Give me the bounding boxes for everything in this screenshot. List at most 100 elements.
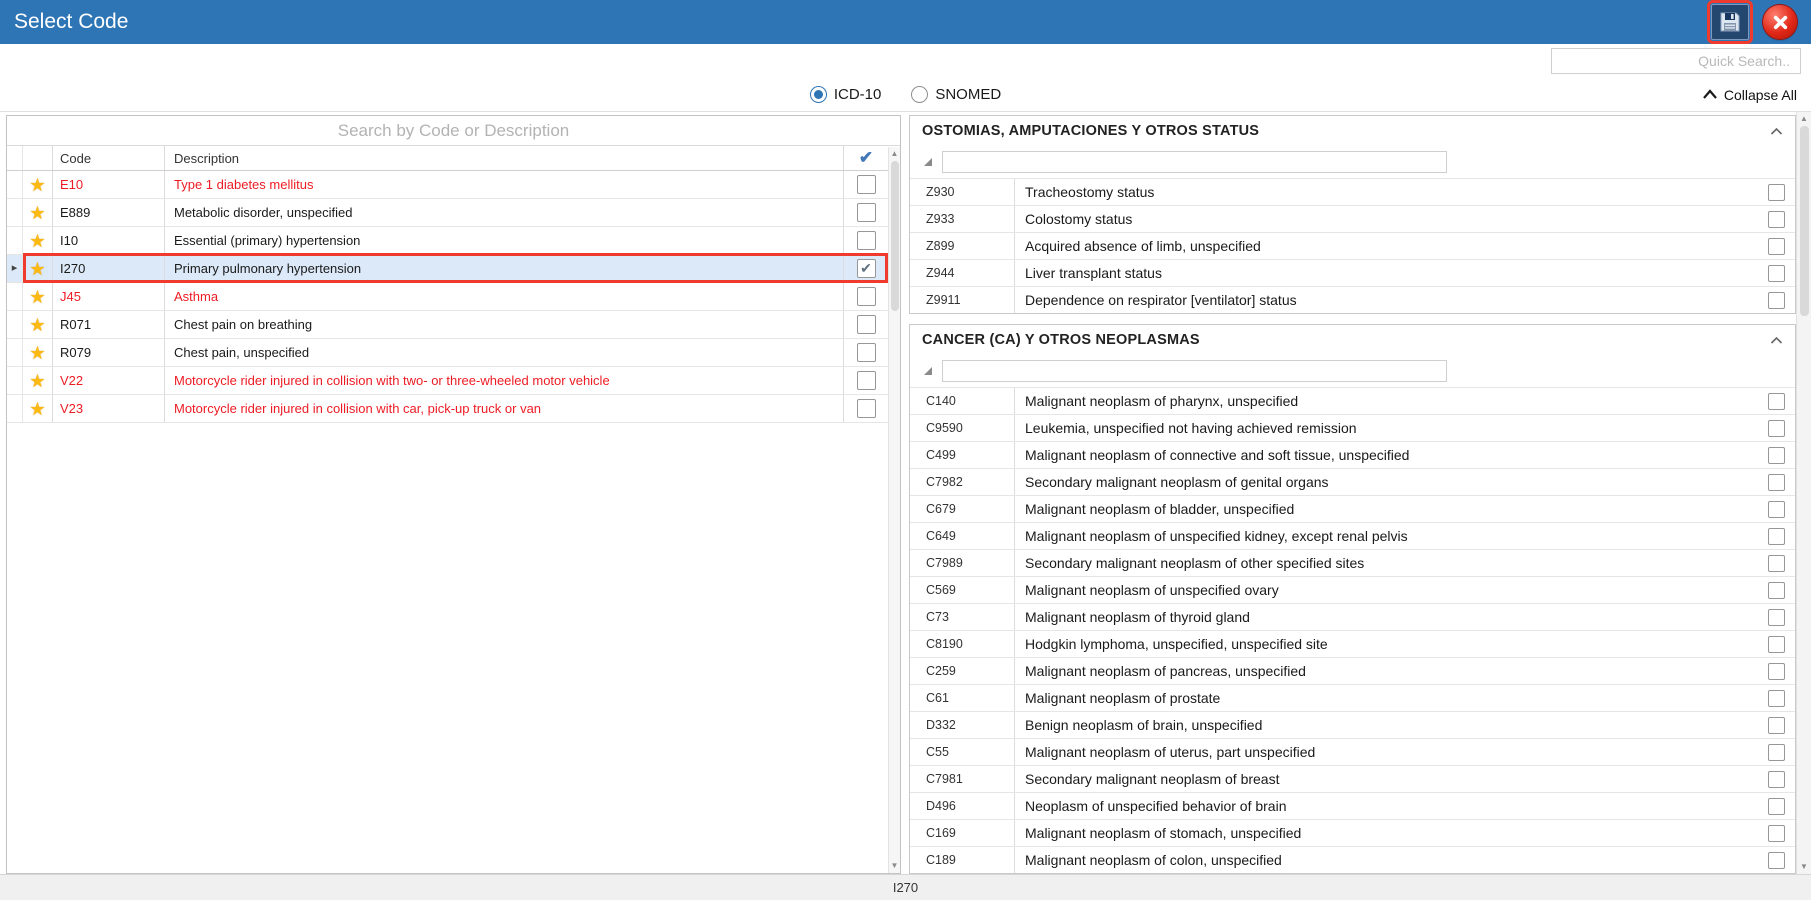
row-description: Malignant neoplasm of thyroid gland	[1025, 609, 1250, 625]
row-checkbox[interactable]	[1767, 183, 1785, 201]
row-checkbox[interactable]	[1767, 662, 1785, 680]
group-code-row[interactable]: C259 Malignant neoplasm of pancreas, uns…	[910, 657, 1795, 684]
row-checkbox[interactable]	[856, 231, 876, 250]
row-checkbox[interactable]	[1767, 797, 1785, 815]
row-checkbox[interactable]	[1767, 770, 1785, 788]
scrollbar-thumb[interactable]	[1799, 126, 1809, 316]
code-row[interactable]: ★ V23 Motorcycle rider injured in collis…	[7, 395, 888, 423]
row-checkbox[interactable]	[1767, 210, 1785, 228]
row-checkbox[interactable]	[1767, 527, 1785, 545]
favorite-star-icon[interactable]: ★	[29, 288, 45, 306]
row-checkbox[interactable]	[1767, 608, 1785, 626]
group-code-row[interactable]: Z933 Colostomy status	[910, 205, 1795, 232]
status-bar: I270	[0, 874, 1811, 900]
row-checkbox[interactable]	[1767, 635, 1785, 653]
group-code-row[interactable]: C569 Malignant neoplasm of unspecified o…	[910, 576, 1795, 603]
row-checkbox[interactable]	[856, 175, 876, 194]
group-code-row[interactable]: C189 Malignant neoplasm of colon, unspec…	[910, 846, 1795, 873]
group-code-row[interactable]: C73 Malignant neoplasm of thyroid gland	[910, 603, 1795, 630]
code-row[interactable]: ★ E10 Type 1 diabetes mellitus	[7, 171, 888, 199]
group-code-row[interactable]: C7981 Secondary malignant neoplasm of br…	[910, 765, 1795, 792]
code-row[interactable]: ★ R071 Chest pain on breathing	[7, 311, 888, 339]
row-checkbox[interactable]	[1767, 851, 1785, 869]
group-code-row[interactable]: C7982 Secondary malignant neoplasm of ge…	[910, 468, 1795, 495]
close-button[interactable]	[1763, 5, 1797, 39]
collapse-group-icon[interactable]	[1770, 336, 1783, 345]
scroll-down-arrow[interactable]: ▼	[1800, 860, 1808, 874]
row-checkbox[interactable]	[1767, 291, 1785, 309]
favorite-star-icon[interactable]: ★	[29, 176, 45, 194]
row-code: Z944	[910, 260, 1015, 286]
row-code: C169	[910, 820, 1015, 846]
code-row[interactable]: ★ J45 Asthma	[7, 283, 888, 311]
group-code-row[interactable]: C140 Malignant neoplasm of pharynx, unsp…	[910, 387, 1795, 414]
scroll-up-arrow[interactable]: ▲	[1800, 112, 1808, 126]
row-checkbox[interactable]	[856, 371, 876, 390]
code-row[interactable]: ★ I10 Essential (primary) hypertension	[7, 227, 888, 255]
row-checkbox[interactable]	[856, 287, 876, 306]
favorite-star-icon[interactable]: ★	[29, 400, 45, 418]
row-checkbox[interactable]	[1767, 743, 1785, 761]
row-checkbox[interactable]	[1767, 500, 1785, 518]
save-button[interactable]	[1707, 0, 1753, 44]
row-checkbox[interactable]	[1767, 419, 1785, 437]
row-checkbox[interactable]	[856, 343, 876, 362]
row-checkbox[interactable]	[1767, 581, 1785, 599]
row-checkbox[interactable]: ✔	[856, 259, 876, 278]
collapse-all-button[interactable]: Collapse All	[1702, 78, 1797, 111]
group-code-row[interactable]: C61 Malignant neoplasm of prostate	[910, 684, 1795, 711]
code-row[interactable]: ★ V22 Motorcycle rider injured in collis…	[7, 367, 888, 395]
code-row[interactable]: ▸ ★ I270 Primary pulmonary hypertension …	[7, 253, 888, 283]
favorite-star-icon[interactable]: ★	[29, 204, 45, 222]
row-description: Asthma	[165, 283, 844, 310]
favorite-star-icon[interactable]: ★	[29, 344, 45, 362]
favorite-star-icon[interactable]: ★	[29, 316, 45, 334]
group-code-row[interactable]: C679 Malignant neoplasm of bladder, unsp…	[910, 495, 1795, 522]
code-description-search-input[interactable]	[7, 116, 900, 146]
row-checkbox[interactable]	[1767, 237, 1785, 255]
group-code-row[interactable]: Z9911 Dependence on respirator [ventilat…	[910, 286, 1795, 313]
row-code: C679	[910, 496, 1015, 522]
row-checkbox[interactable]	[1767, 716, 1785, 734]
group-code-row[interactable]: C8190 Hodgkin lymphoma, unspecified, uns…	[910, 630, 1795, 657]
group-code-row[interactable]: D496 Neoplasm of unspecified behavior of…	[910, 792, 1795, 819]
code-row[interactable]: ★ E889 Metabolic disorder, unspecified	[7, 199, 888, 227]
group-code-row[interactable]: C499 Malignant neoplasm of connective an…	[910, 441, 1795, 468]
radio-snomed[interactable]: SNOMED	[911, 86, 1001, 103]
favorite-star-icon[interactable]: ★	[29, 372, 45, 390]
scroll-up-arrow[interactable]: ▲	[891, 147, 899, 161]
group-search-input[interactable]	[942, 151, 1447, 173]
group-header[interactable]: CANCER (CA) Y OTROS NEOPLASMAS	[910, 325, 1795, 355]
group-code-row[interactable]: C7989 Secondary malignant neoplasm of ot…	[910, 549, 1795, 576]
group-code-row[interactable]: Z899 Acquired absence of limb, unspecifi…	[910, 232, 1795, 259]
group-code-row[interactable]: Z944 Liver transplant status	[910, 259, 1795, 286]
chevron-up-icon	[1703, 89, 1717, 99]
group-code-row[interactable]: C55 Malignant neoplasm of uterus, part u…	[910, 738, 1795, 765]
quick-search-input[interactable]	[1551, 48, 1801, 74]
group-code-row[interactable]: D332 Benign neoplasm of brain, unspecifi…	[910, 711, 1795, 738]
group-code-row[interactable]: C9590 Leukemia, unspecified not having a…	[910, 414, 1795, 441]
group-code-row[interactable]: C649 Malignant neoplasm of unspecified k…	[910, 522, 1795, 549]
group-search-input[interactable]	[942, 360, 1447, 382]
row-checkbox[interactable]	[1767, 392, 1785, 410]
radio-icd10[interactable]: ICD-10	[809, 86, 881, 103]
scrollbar-thumb[interactable]	[890, 161, 899, 311]
group-header[interactable]: OSTOMIAS, AMPUTACIONES Y OTROS STATUS	[910, 116, 1795, 146]
row-checkbox[interactable]	[1767, 473, 1785, 491]
group-code-row[interactable]: C169 Malignant neoplasm of stomach, unsp…	[910, 819, 1795, 846]
row-checkbox[interactable]	[856, 203, 876, 222]
group-code-row[interactable]: Z930 Tracheostomy status	[910, 178, 1795, 205]
row-checkbox[interactable]	[856, 399, 876, 418]
row-checkbox[interactable]	[1767, 446, 1785, 464]
favorite-star-icon[interactable]: ★	[29, 232, 45, 250]
code-row[interactable]: ★ R079 Chest pain, unspecified	[7, 339, 888, 367]
row-checkbox[interactable]	[1767, 824, 1785, 842]
row-checkbox[interactable]	[1767, 554, 1785, 572]
row-checkbox[interactable]	[856, 315, 876, 334]
collapse-group-icon[interactable]	[1770, 127, 1783, 136]
row-checkbox[interactable]	[1767, 264, 1785, 282]
scroll-down-arrow[interactable]: ▼	[891, 859, 899, 873]
row-marker-icon	[924, 158, 932, 166]
favorite-star-icon[interactable]: ★	[29, 260, 45, 278]
row-checkbox[interactable]	[1767, 689, 1785, 707]
